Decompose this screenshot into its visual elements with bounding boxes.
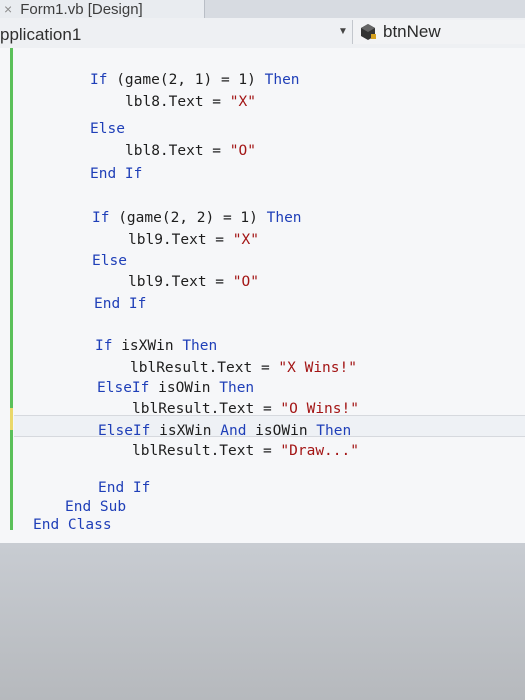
tab-title: Form1.vb [Design] <box>20 0 143 18</box>
code-line[interactable]: lblResult.Text = "O Wins!" <box>132 399 359 421</box>
close-icon[interactable]: × <box>4 1 12 17</box>
keyword-token: If <box>92 210 110 226</box>
code-token: isOWin <box>149 380 220 396</box>
string-token: "Draw..." <box>280 443 359 459</box>
monitor-bezel <box>0 543 525 700</box>
keyword-token: ElseIf <box>97 380 150 396</box>
keyword-token: Else <box>92 253 127 269</box>
navigation-bar: pplication1 ▼ btnNew <box>0 18 525 49</box>
keyword-token: Else <box>90 121 125 137</box>
member-name: btnNew <box>383 22 441 41</box>
keyword-token: End Class <box>33 517 112 533</box>
code-token: lbl8.Text = <box>125 143 230 159</box>
code-token: lbl8.Text = <box>125 94 230 110</box>
code-line[interactable]: Else <box>92 251 127 273</box>
code-token: lblResult.Text = <box>130 360 279 376</box>
string-token: "X Wins!" <box>278 360 357 376</box>
keyword-token: End Sub <box>65 499 127 515</box>
keyword-token: End If <box>98 480 151 496</box>
code-token: isOWin <box>246 423 317 439</box>
keyword-token: End If <box>90 166 143 182</box>
code-token: lbl9.Text = <box>128 232 233 248</box>
code-token: isXWin <box>150 423 221 439</box>
keyword-token: ElseIf <box>98 423 151 439</box>
method-icon <box>361 24 376 40</box>
code-line[interactable]: End Class <box>33 515 112 537</box>
keyword-token: And <box>220 423 247 439</box>
keyword-token: If <box>95 338 113 354</box>
code-line[interactable]: ElseIf isXWin And isOWin Then <box>98 421 351 443</box>
code-token: (game(2, 2) = 1) <box>109 210 267 226</box>
keyword-token: Then <box>182 338 218 354</box>
string-token: "X" <box>229 94 256 110</box>
keyword-token: End If <box>94 296 147 312</box>
code-line[interactable]: lbl8.Text = "O" <box>125 141 256 163</box>
document-tab-bar: × Form1.vb [Design] <box>0 0 525 19</box>
code-line[interactable]: If isXWin Then <box>95 336 217 358</box>
code-token: lbl9.Text = <box>128 274 233 290</box>
code-line[interactable]: End If <box>90 164 142 186</box>
keyword-token: If <box>90 72 108 88</box>
code-line[interactable]: lbl9.Text = "O" <box>128 272 259 294</box>
member-dropdown[interactable]: btnNew <box>352 20 525 44</box>
code-line[interactable]: ElseIf isOWin Then <box>97 378 254 400</box>
code-line[interactable]: If (game(2, 2) = 1) Then <box>92 208 302 230</box>
keyword-token: Then <box>219 380 255 396</box>
code-token: (game(2, 1) = 1) <box>107 72 265 88</box>
code-line[interactable]: If (game(2, 1) = 1) Then <box>90 70 300 92</box>
code-token: isXWin <box>112 338 183 354</box>
string-token: "X" <box>232 232 259 248</box>
code-token: lblResult.Text = <box>132 401 281 417</box>
string-token: "O Wins!" <box>280 401 359 417</box>
code-line[interactable]: lbl8.Text = "X" <box>125 92 256 114</box>
code-line[interactable]: lblResult.Text = "Draw..." <box>132 441 359 463</box>
code-text[interactable]: If (game(2, 1) = 1) Then lbl8.Text = "X" E… <box>0 48 525 543</box>
keyword-token: Then <box>264 72 300 88</box>
chevron-down-icon[interactable]: ▼ <box>338 26 348 37</box>
project-dropdown[interactable]: pplication1 <box>0 25 81 45</box>
code-token: lblResult.Text = <box>132 443 281 459</box>
keyword-token: Then <box>316 423 352 439</box>
tab-form1-design[interactable]: × Form1.vb [Design] <box>0 0 205 18</box>
code-line[interactable]: lblResult.Text = "X Wins!" <box>130 358 357 380</box>
code-line[interactable]: lbl9.Text = "X" <box>128 230 259 252</box>
code-editor[interactable]: If (game(2, 1) = 1) Then lbl8.Text = "X" E… <box>0 48 525 543</box>
string-token: "O" <box>232 274 259 290</box>
string-token: "O" <box>229 143 256 159</box>
code-line[interactable]: Else <box>90 119 125 141</box>
keyword-token: Then <box>266 210 302 226</box>
code-line[interactable]: End If <box>94 294 146 316</box>
